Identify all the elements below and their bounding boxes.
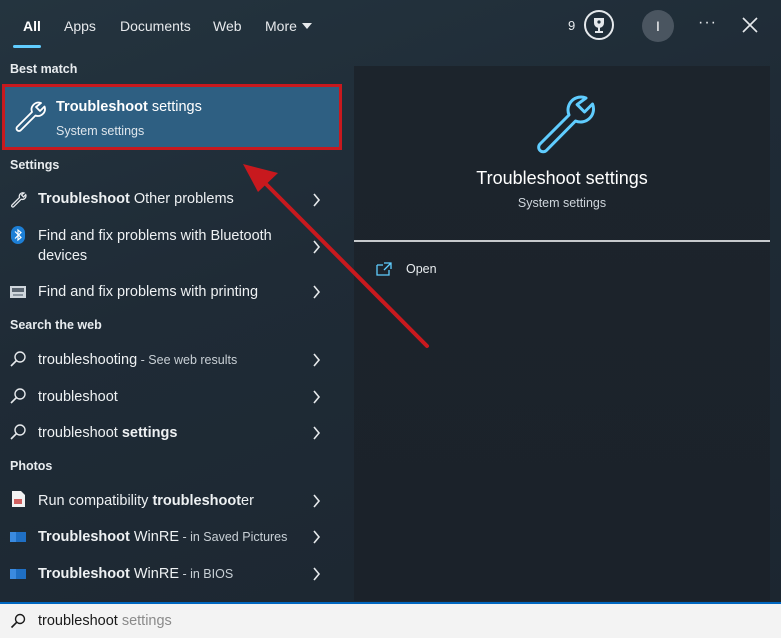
image-thumbnail-icon <box>10 532 26 542</box>
best-match-subtitle: System settings <box>56 124 145 138</box>
wrench-icon <box>11 192 27 208</box>
tab-more[interactable]: More <box>265 18 312 34</box>
open-action[interactable]: Open <box>376 262 496 286</box>
tab-documents[interactable]: Documents <box>120 18 191 34</box>
search-bar[interactable]: troubleshoot settings <box>0 602 781 638</box>
printer-icon <box>10 286 26 298</box>
chevron-right-icon <box>313 285 321 299</box>
start-search-window: All Apps Documents Web More 9 I ··· Best… <box>0 0 781 638</box>
settings-item-label: Troubleshoot Other problems <box>38 191 234 207</box>
document-image-icon <box>12 491 25 507</box>
photo-item-label: Troubleshoot WinRE - in BIOS <box>38 566 234 582</box>
search-icon <box>10 388 26 404</box>
chevron-right-icon <box>313 240 321 254</box>
more-options-icon[interactable]: ··· <box>698 14 717 32</box>
close-icon[interactable] <box>741 16 759 34</box>
trophy-icon <box>594 18 604 33</box>
chevron-right-icon <box>313 426 321 440</box>
tab-apps[interactable]: Apps <box>64 18 96 34</box>
chevron-down-icon <box>301 23 312 29</box>
photo-item-label: Run compatibility troubleshooter <box>38 493 254 509</box>
tab-all[interactable]: All <box>23 18 41 34</box>
tab-web[interactable]: Web <box>213 18 242 34</box>
tab-active-indicator <box>13 45 41 48</box>
web-item-label: troubleshoot <box>38 389 118 405</box>
web-item-troubleshooting[interactable]: troubleshooting - See web results <box>0 348 342 372</box>
chevron-right-icon <box>313 390 321 404</box>
image-thumbnail-icon <box>10 569 26 579</box>
tab-more-label: More <box>265 18 297 34</box>
section-best-match: Best match <box>10 62 78 76</box>
web-item-troubleshoot[interactable]: troubleshoot <box>0 385 342 409</box>
photo-item-winre-saved[interactable]: Troubleshoot WinRE - in Saved Pictures <box>0 525 342 549</box>
search-icon <box>10 351 26 367</box>
settings-item-label-line2: devices <box>38 248 88 264</box>
chevron-right-icon <box>313 567 321 581</box>
section-settings: Settings <box>10 158 60 172</box>
web-item-label: troubleshooting - See web results <box>38 352 238 368</box>
top-bar: All Apps Documents Web More 9 I ··· <box>0 0 781 52</box>
settings-item-troubleshoot-other[interactable]: Troubleshoot Other problems <box>0 188 342 212</box>
search-input[interactable]: troubleshoot settings <box>38 613 172 629</box>
chevron-right-icon <box>313 494 321 508</box>
settings-item-label-line1: Find and fix problems with Bluetooth <box>38 228 272 244</box>
photo-item-compatibility[interactable]: Run compatibility troubleshooter <box>0 489 342 513</box>
best-match-result[interactable]: Troubleshoot settings System settings <box>2 84 342 150</box>
open-label: Open <box>406 262 437 276</box>
best-match-title: Troubleshoot settings <box>56 99 202 115</box>
preview-divider <box>354 240 770 242</box>
wrench-icon <box>537 95 595 154</box>
photo-item-winre-bios[interactable]: Troubleshoot WinRE - in BIOS <box>0 562 342 586</box>
preview-panel: Troubleshoot settings System settings Op… <box>354 66 770 601</box>
bluetooth-icon <box>11 226 25 244</box>
web-item-troubleshoot-settings[interactable]: troubleshoot settings <box>0 421 342 445</box>
settings-item-printing[interactable]: Find and fix problems with printing <box>0 280 342 304</box>
chevron-right-icon <box>313 353 321 367</box>
photo-item-label: Troubleshoot WinRE - in Saved Pictures <box>38 529 288 545</box>
settings-item-label: Find and fix problems with printing <box>38 284 259 300</box>
rewards-button[interactable] <box>584 10 614 40</box>
rewards-points: 9 <box>568 18 576 33</box>
section-search-the-web: Search the web <box>10 318 102 332</box>
preview-title: Troubleshoot settings <box>476 168 648 188</box>
chevron-right-icon <box>313 193 321 207</box>
search-icon <box>10 613 26 629</box>
chevron-right-icon <box>313 530 321 544</box>
wrench-icon <box>15 101 46 132</box>
web-item-label: troubleshoot settings <box>38 425 178 441</box>
search-icon <box>10 424 26 440</box>
settings-item-bluetooth[interactable]: Find and fix problems with Bluetooth dev… <box>0 224 342 268</box>
section-photos: Photos <box>10 459 53 473</box>
user-avatar[interactable]: I <box>642 10 674 42</box>
preview-subtitle: System settings <box>517 196 607 210</box>
open-external-icon <box>376 262 392 276</box>
